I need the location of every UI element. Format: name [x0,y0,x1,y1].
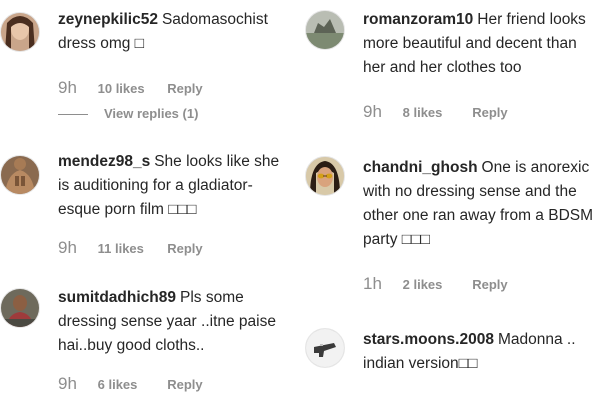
comment-text-block: chandni_ghosh One is anorexic with no dre… [363,156,598,252]
comment-time: 9h [58,374,77,393]
comment-text-block: sumitdadhich89 Pls some dressing sense ya… [58,286,293,358]
reply-button[interactable]: Reply [472,277,507,292]
comment-username[interactable]: mendez98_s [58,153,150,170]
comment-username[interactable]: stars.moons.2008 [363,331,494,348]
reply-button[interactable]: Reply [472,105,507,120]
reply-button[interactable]: Reply [167,81,202,96]
comment-text-block: romanzoram10 Her friend looks more beauti… [363,8,598,80]
comment-time: 9h [58,78,77,97]
avatar[interactable] [305,328,345,368]
avatar-image-icon [306,11,344,49]
comment-text-block: zeynepkilic52 Sadomasochist dress omg □ [58,8,293,56]
avatar-image-icon [306,329,344,367]
comment-likes[interactable]: 2 likes [403,277,469,292]
comment-meta: 9h 6 likes Reply [58,374,203,394]
comment-username[interactable]: romanzoram10 [363,11,473,28]
comment-likes[interactable]: 11 likes [98,241,164,256]
avatar-image-icon [1,13,39,51]
comment-likes[interactable]: 10 likes [98,81,164,96]
comment-meta: 9h 11 likes Reply [58,238,203,258]
comment-text-block: stars.moons.2008 Madonna .. indian versio… [363,328,598,376]
comment-meta: 1h 2 likes Reply [363,274,508,294]
avatar-image-icon [1,289,39,327]
reply-button[interactable]: Reply [167,377,202,392]
comment-time: 9h [363,102,382,121]
comment-username[interactable]: chandni_ghosh [363,159,478,176]
avatar[interactable] [0,155,40,195]
view-replies-label: View replies (1) [104,106,199,121]
avatar-image-icon [306,157,344,195]
reply-button[interactable]: Reply [167,241,202,256]
avatar-image-icon [1,156,39,194]
comment-time: 1h [363,274,382,293]
avatar[interactable] [0,288,40,328]
avatar[interactable] [305,156,345,196]
comment-time: 9h [58,238,77,257]
comment-likes[interactable]: 6 likes [98,377,164,392]
comment-username[interactable]: sumitdadhich89 [58,289,176,306]
comment-username[interactable]: zeynepkilic52 [58,11,158,28]
comment-meta: 9h 8 likes Reply [363,102,508,122]
comment-text-block: mendez98_s She looks like she is audition… [58,150,293,222]
view-replies-button[interactable]: View replies (1) [58,106,198,121]
comment-likes[interactable]: 8 likes [403,105,469,120]
divider-line [58,114,88,116]
comment-meta: 9h 10 likes Reply [58,78,203,98]
avatar[interactable] [305,10,345,50]
avatar[interactable] [0,12,40,52]
